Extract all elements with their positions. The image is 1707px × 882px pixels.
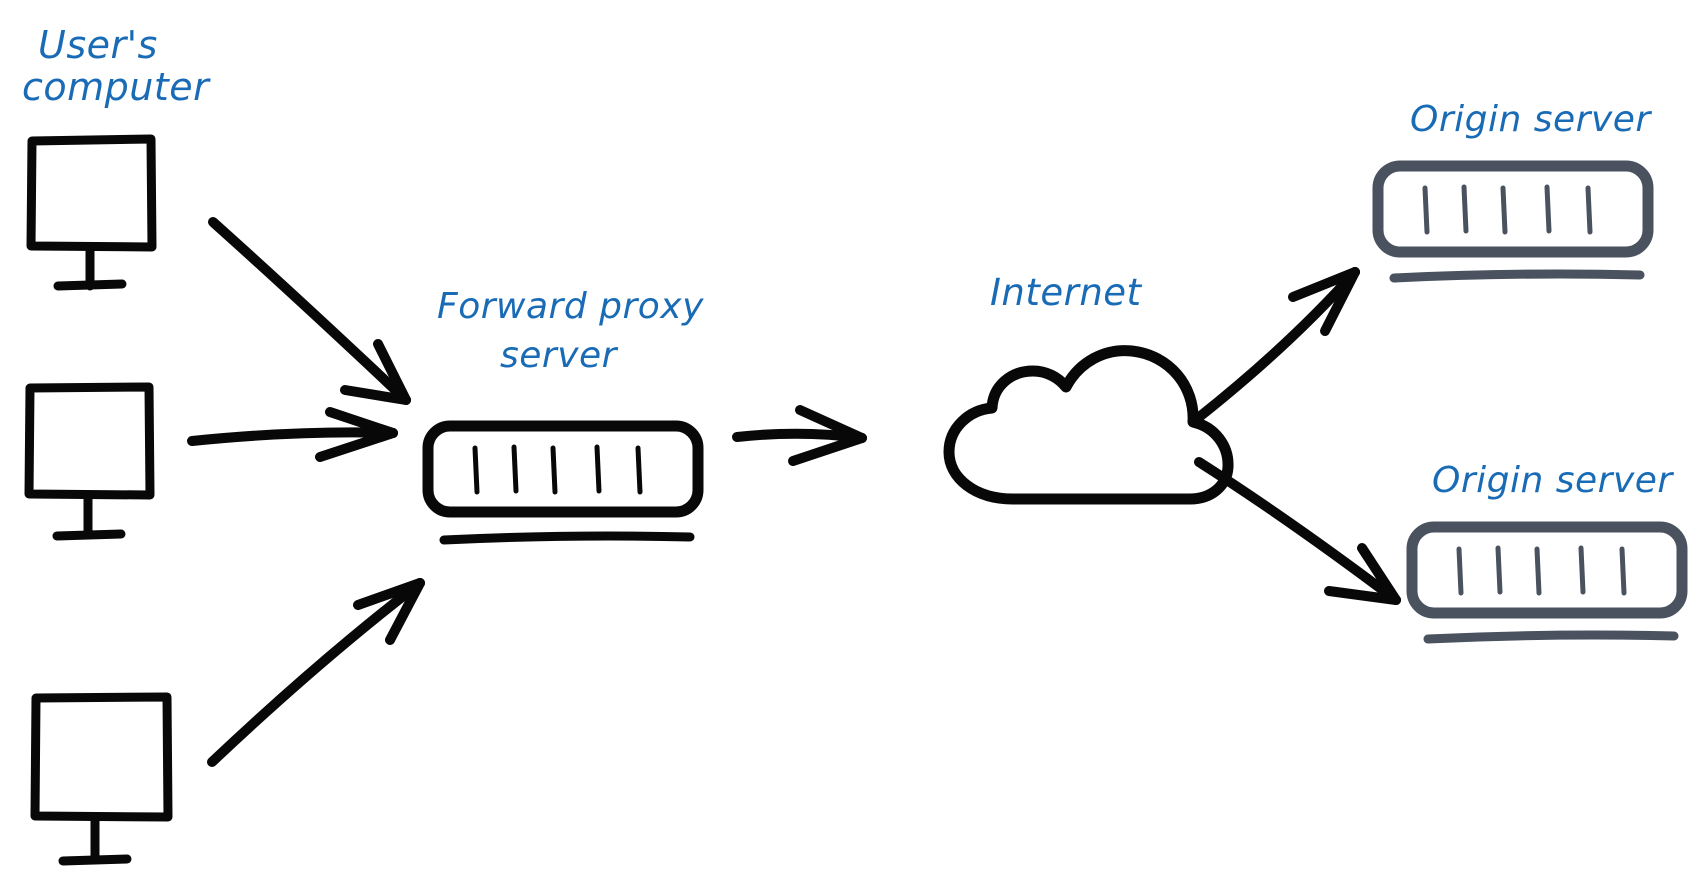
server-slot-2 — [511, 444, 519, 494]
server-slot-5 — [635, 445, 643, 495]
origin-bottom-slot-2 — [1495, 545, 1503, 595]
origin-server-top-label: Origin server — [1410, 99, 1652, 140]
users-computer-label-line1: User's — [38, 23, 158, 67]
forward-proxy-label-line2: server — [500, 335, 619, 376]
label-internet: Internet — [990, 271, 1143, 314]
origin-top-slot-1 — [1422, 185, 1430, 235]
origin-bottom-slot-1 — [1456, 546, 1464, 596]
origin-top-slot-3 — [1500, 185, 1508, 235]
origin-top-slot-4 — [1544, 184, 1552, 234]
origin-top-slot-2 — [1461, 184, 1469, 234]
server-slot-4 — [594, 444, 602, 494]
origin-bottom-slot-5 — [1619, 546, 1627, 596]
label-origin-server-bottom: Origin server — [1432, 460, 1674, 501]
origin-server-bottom-label: Origin server — [1432, 460, 1674, 501]
users-computer-label-line2: computer — [22, 65, 211, 109]
network-diagram-svg: User's computer Forward proxy server Int… — [0, 0, 1707, 882]
server-slot-1 — [472, 445, 480, 495]
origin-server-bottom-base — [1423, 630, 1679, 644]
monitor-base-2 — [52, 529, 126, 541]
origin-top-slot-5 — [1585, 185, 1593, 235]
origin-bottom-slot-4 — [1578, 545, 1586, 595]
origin-bottom-slot-3 — [1534, 546, 1542, 596]
label-origin-server-top: Origin server — [1410, 99, 1652, 140]
forward-proxy-server-base — [439, 531, 695, 545]
monitor-base-1 — [53, 279, 127, 291]
forward-proxy-label-line1: Forward proxy — [437, 286, 704, 327]
origin-server-top-base — [1389, 269, 1645, 283]
monitor-base-3 — [58, 854, 132, 866]
internet-label: Internet — [990, 271, 1143, 314]
server-slot-3 — [550, 445, 558, 495]
diagram-canvas: User's computer Forward proxy server Int… — [0, 0, 1707, 882]
